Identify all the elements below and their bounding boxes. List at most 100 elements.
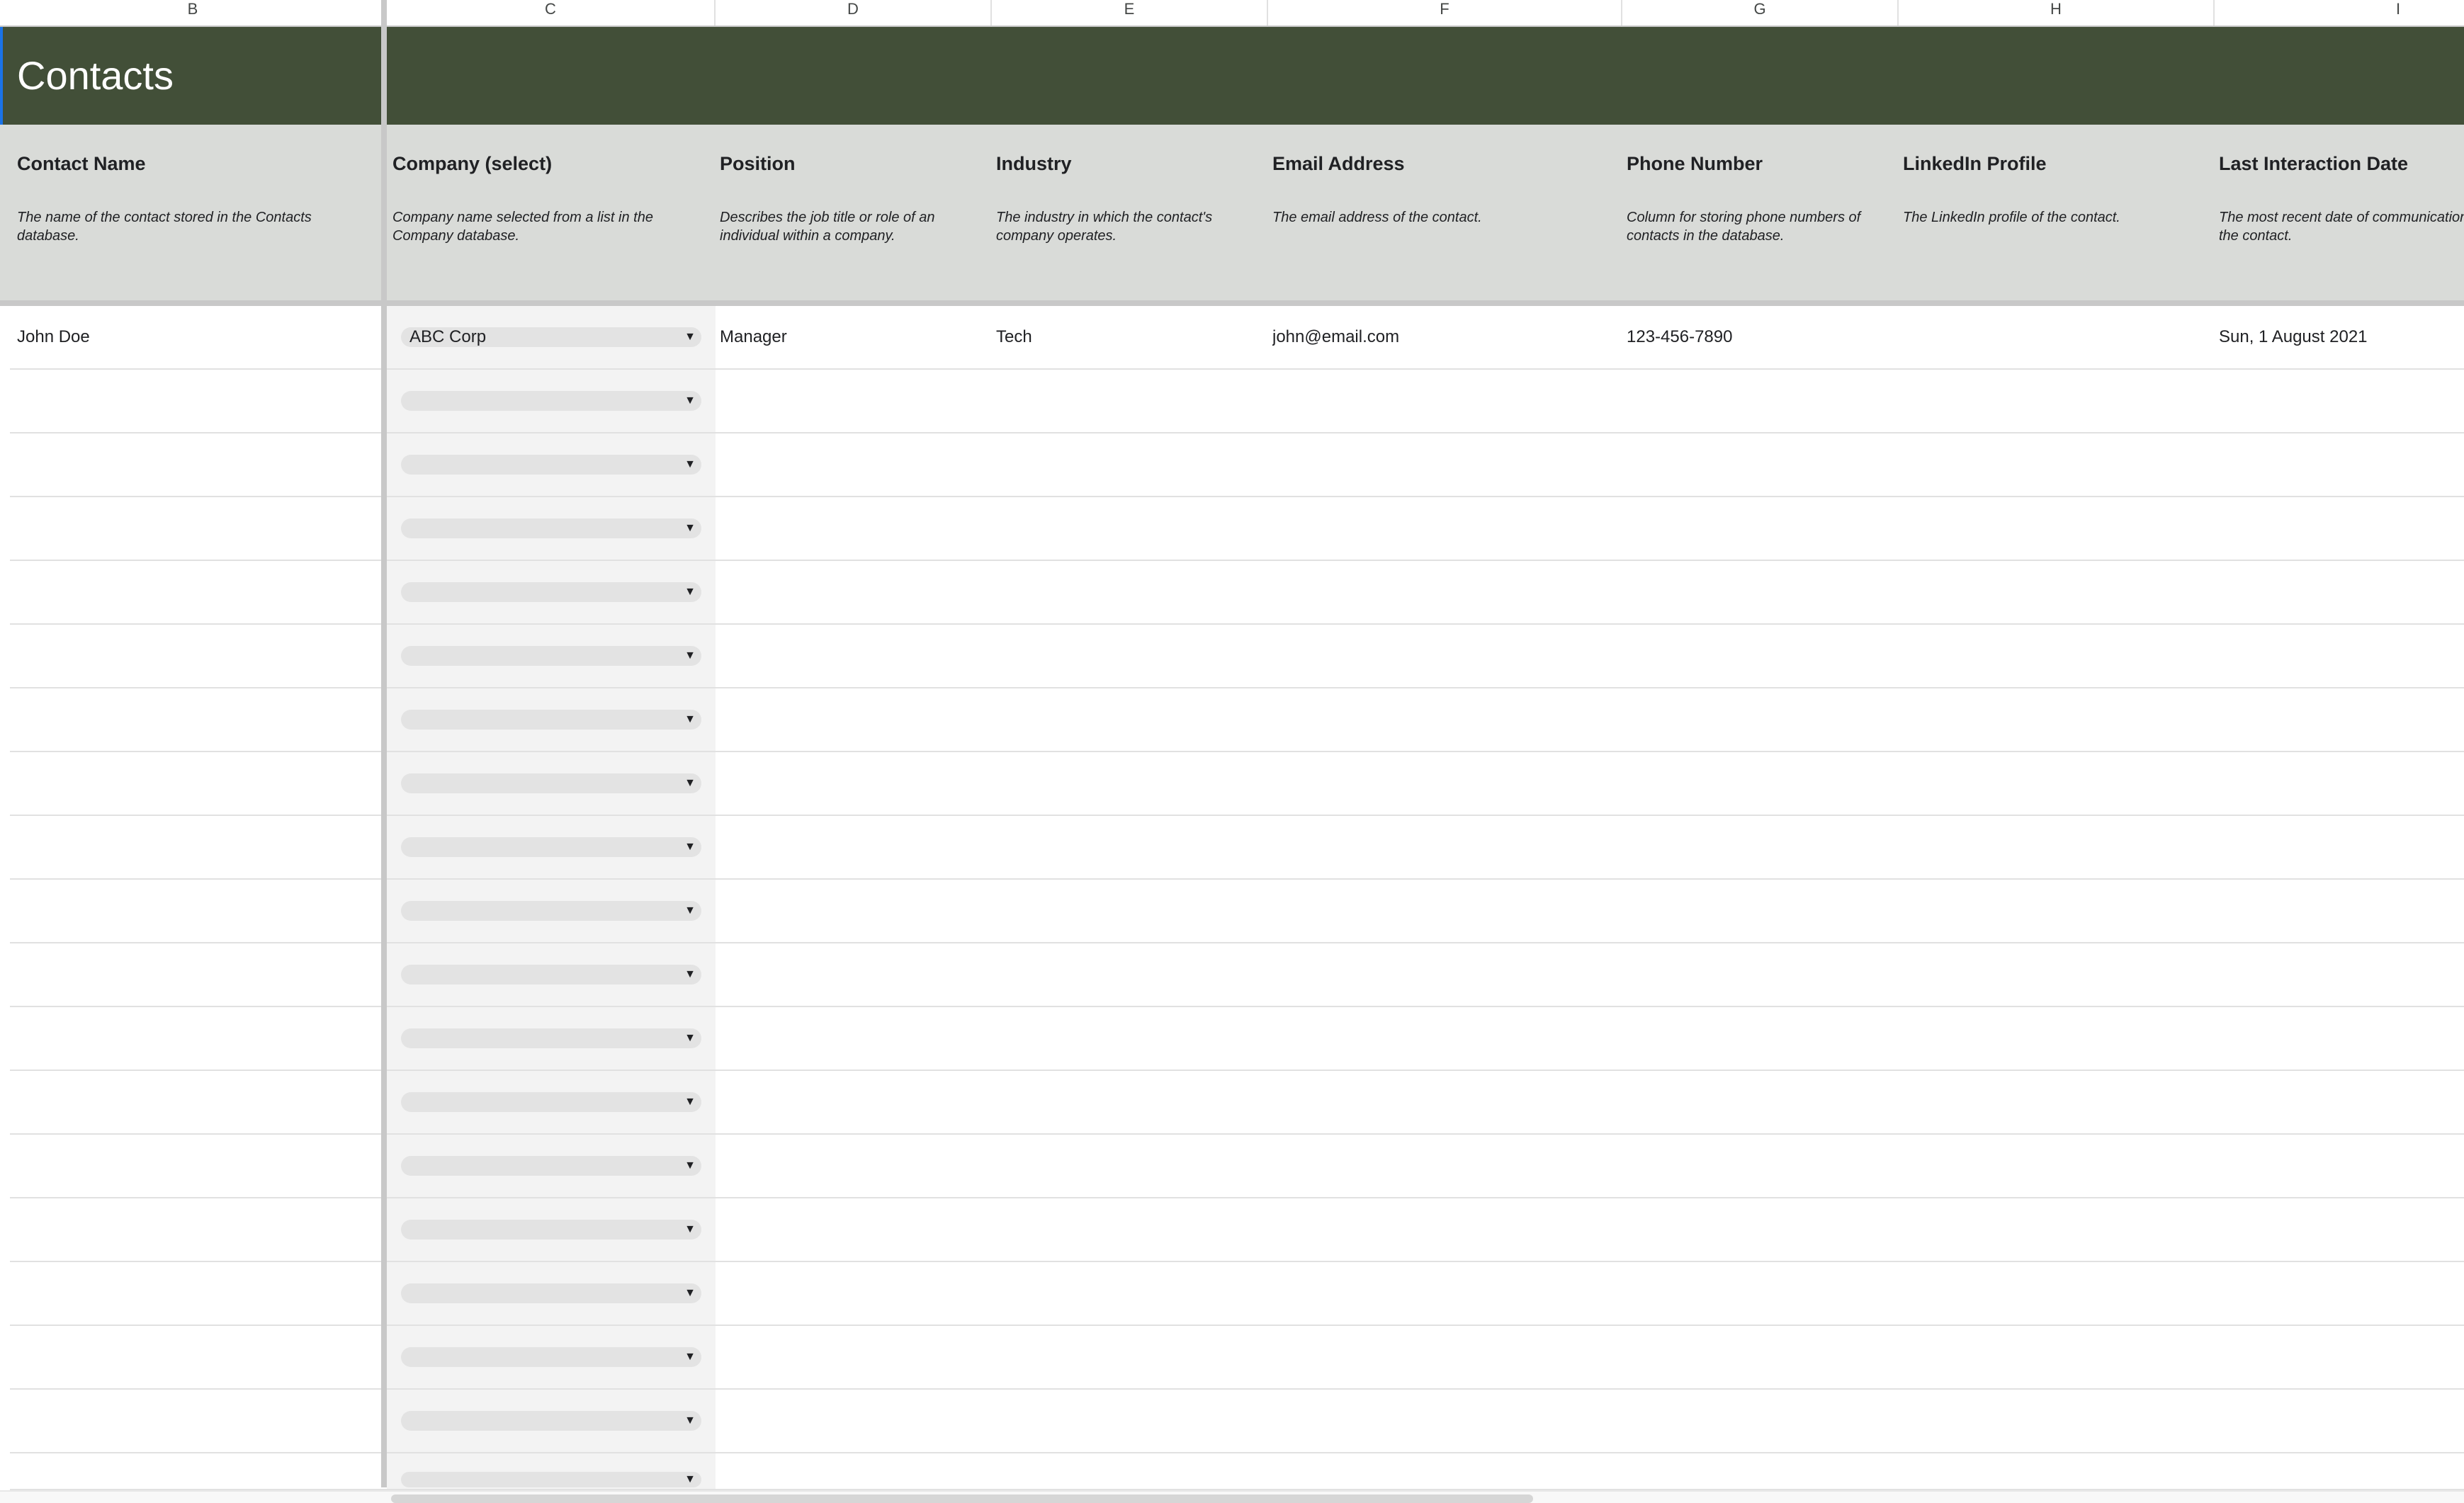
sheet-title[interactable]: Contacts xyxy=(17,27,174,125)
company-select[interactable]: ▼ xyxy=(401,1347,701,1367)
company-select[interactable]: ▼ xyxy=(401,1092,701,1112)
field-name: Contact Name xyxy=(17,153,146,174)
cell-last-interaction[interactable]: Sun, 1 August 2021 xyxy=(2219,306,2464,368)
dropdown-arrow-icon: ▼ xyxy=(684,1473,696,1485)
cell-contact-name[interactable] xyxy=(17,1071,378,1133)
title-banner xyxy=(0,27,2464,125)
company-select[interactable]: ▼ xyxy=(401,837,701,857)
table-row[interactable]: ▼ xyxy=(10,625,2464,688)
dropdown-arrow-icon: ▼ xyxy=(684,331,696,343)
table-row[interactable]: ▼ xyxy=(10,561,2464,625)
dropdown-arrow-icon: ▼ xyxy=(684,968,696,980)
cell-contact-name[interactable] xyxy=(17,688,378,751)
field-description: The name of the contact stored in the Co… xyxy=(17,210,312,244)
company-select[interactable]: ▼ xyxy=(401,901,701,921)
table-row[interactable]: ▼ xyxy=(10,752,2464,816)
column-header-h[interactable]: H xyxy=(1899,0,2215,25)
dropdown-arrow-icon: ▼ xyxy=(684,1096,696,1108)
cell-linkedin[interactable] xyxy=(1903,306,2215,368)
header-divider xyxy=(0,300,2464,306)
table-row[interactable]: ▼ xyxy=(10,816,2464,880)
cell-contact-name[interactable] xyxy=(17,752,378,815)
table-row[interactable]: ▼ xyxy=(10,433,2464,497)
cell-contact-name[interactable] xyxy=(17,816,378,878)
column-header-g[interactable]: G xyxy=(1622,0,1899,25)
cell-contact-name[interactable]: John Doe xyxy=(17,306,378,368)
table-row[interactable]: John Doe ABC Corp ▼ Manager Tech john@ema… xyxy=(10,306,2464,370)
column-header-bar: B C D E F G H I xyxy=(0,0,2464,27)
company-select[interactable]: ABC Corp ▼ xyxy=(401,327,701,347)
company-select[interactable]: ▼ xyxy=(401,1472,701,1487)
cell-contact-name[interactable] xyxy=(17,1390,378,1452)
cell-contact-name[interactable] xyxy=(17,1198,378,1261)
company-select-value: ABC Corp xyxy=(409,327,487,346)
field-name: Email Address xyxy=(1272,153,1405,174)
company-select[interactable]: ▼ xyxy=(401,1283,701,1303)
table-row[interactable]: ▼ xyxy=(10,1071,2464,1135)
dropdown-arrow-icon: ▼ xyxy=(684,1414,696,1427)
table-row[interactable]: ▼ xyxy=(10,880,2464,943)
company-select[interactable]: ▼ xyxy=(401,391,701,411)
cell-contact-name[interactable] xyxy=(17,943,378,1006)
cell-contact-name[interactable] xyxy=(17,370,378,432)
cell-contact-name[interactable] xyxy=(17,1007,378,1070)
column-header-e[interactable]: E xyxy=(992,0,1268,25)
scrollbar-thumb[interactable] xyxy=(391,1495,1533,1503)
dropdown-arrow-icon: ▼ xyxy=(684,650,696,662)
table-row[interactable]: ▼ xyxy=(10,1198,2464,1262)
company-select[interactable]: ▼ xyxy=(401,582,701,602)
cell-contact-name[interactable] xyxy=(17,497,378,560)
dropdown-arrow-icon: ▼ xyxy=(684,1032,696,1044)
cell-contact-name[interactable] xyxy=(17,433,378,496)
column-header-d[interactable]: D xyxy=(716,0,992,25)
cell-contact-name[interactable] xyxy=(17,1262,378,1325)
company-select[interactable]: ▼ xyxy=(401,455,701,475)
field-name: Phone Number xyxy=(1627,153,1763,174)
cell-position[interactable]: Manager xyxy=(720,306,989,368)
company-select[interactable]: ▼ xyxy=(401,965,701,985)
dropdown-arrow-icon: ▼ xyxy=(684,1351,696,1363)
dropdown-arrow-icon: ▼ xyxy=(684,1223,696,1235)
cell-contact-name[interactable] xyxy=(17,625,378,687)
company-select[interactable]: ▼ xyxy=(401,1411,701,1431)
horizontal-scrollbar[interactable] xyxy=(0,1490,2464,1503)
field-last-interaction[interactable]: Last Interaction Date The most recent da… xyxy=(2219,125,2464,302)
table-row[interactable]: ▼ xyxy=(10,1326,2464,1390)
table-row[interactable]: ▼ xyxy=(10,497,2464,561)
column-header-b[interactable]: B xyxy=(0,0,387,25)
company-select[interactable]: ▼ xyxy=(401,646,701,666)
table-row[interactable]: ▼ xyxy=(10,1453,2464,1490)
company-select[interactable]: ▼ xyxy=(401,518,701,538)
table-row[interactable]: ▼ xyxy=(10,688,2464,752)
cell-contact-name[interactable] xyxy=(17,1135,378,1197)
dropdown-arrow-icon: ▼ xyxy=(684,395,696,407)
table-row[interactable]: ▼ xyxy=(10,370,2464,433)
table-row[interactable]: ▼ xyxy=(10,943,2464,1007)
column-header-f[interactable]: F xyxy=(1268,0,1622,25)
table-row[interactable]: ▼ xyxy=(10,1390,2464,1453)
column-header-c[interactable]: C xyxy=(387,0,716,25)
cell-contact-name[interactable] xyxy=(17,561,378,623)
dropdown-arrow-icon: ▼ xyxy=(684,458,696,470)
cell-contact-name[interactable] xyxy=(17,1326,378,1388)
company-select[interactable]: ▼ xyxy=(401,773,701,793)
table-row[interactable]: ▼ xyxy=(10,1135,2464,1198)
company-select[interactable]: ▼ xyxy=(401,710,701,730)
table-row[interactable]: ▼ xyxy=(10,1262,2464,1326)
cell-phone[interactable]: 123-456-7890 xyxy=(1627,306,1896,368)
frozen-column-divider[interactable] xyxy=(381,0,387,1487)
field-name: Industry xyxy=(996,153,1072,174)
company-select[interactable]: ▼ xyxy=(401,1028,701,1048)
field-name: Last Interaction Date xyxy=(2219,153,2409,174)
dropdown-arrow-icon: ▼ xyxy=(684,522,696,534)
cell-industry[interactable]: Tech xyxy=(996,306,1265,368)
company-select[interactable]: ▼ xyxy=(401,1156,701,1176)
table-row[interactable]: ▼ xyxy=(10,1007,2464,1071)
cell-contact-name[interactable] xyxy=(17,1453,378,1489)
field-description: The LinkedIn profile of the contact. xyxy=(1903,210,2120,225)
cell-contact-name[interactable] xyxy=(17,880,378,942)
cell-email[interactable]: john@email.com xyxy=(1272,306,1620,368)
company-select[interactable]: ▼ xyxy=(401,1220,701,1240)
column-header-i[interactable]: I xyxy=(2215,0,2464,25)
spreadsheet: B C D E F G H I Contacts Contact Name Th… xyxy=(0,0,2464,1503)
